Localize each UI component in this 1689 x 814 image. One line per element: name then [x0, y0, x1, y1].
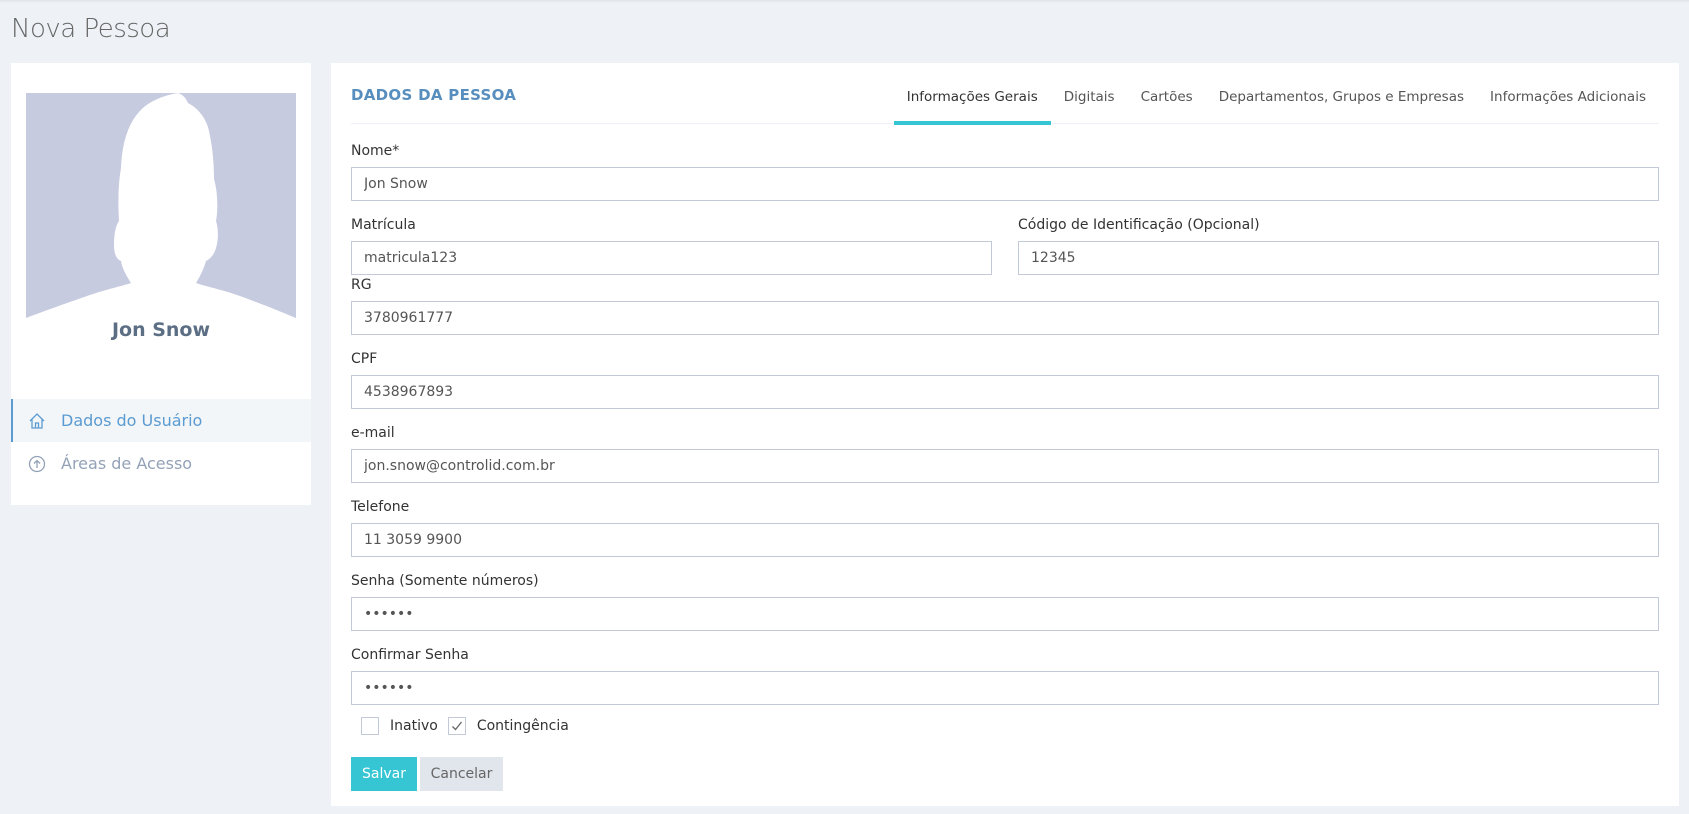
save-button[interactable]: Salvar [351, 757, 417, 791]
main-card: DADOS DA PESSOA Informações Gerais Digit… [331, 63, 1679, 806]
telefone-label: Telefone [351, 499, 410, 515]
codigo-field[interactable] [1018, 241, 1659, 275]
contingencia-checkbox[interactable] [447, 717, 466, 735]
sidebar-item-dados-usuario[interactable]: Dados do Usuário [11, 399, 311, 442]
sidebar-item-label: Dados do Usuário [61, 411, 203, 430]
tab-cartoes[interactable]: Cartões [1128, 63, 1206, 124]
cpf-label: CPF [351, 351, 378, 367]
checkmark-icon [451, 721, 462, 731]
checkbox-group: Inativo Contingência [361, 717, 579, 735]
page-title: Nova Pessoa [11, 14, 171, 44]
cancel-button[interactable]: Cancelar [420, 757, 503, 791]
matricula-label: Matrícula [351, 217, 416, 233]
sidebar-item-areas-acesso[interactable]: Áreas de Acesso [11, 442, 311, 485]
profile-name: Jon Snow [111, 319, 211, 341]
sidebar-item-label: Áreas de Acesso [61, 454, 193, 473]
avatar [26, 93, 296, 318]
nome-field[interactable] [351, 167, 1659, 201]
nome-label: Nome* [351, 143, 400, 159]
tab-digitais[interactable]: Digitais [1051, 63, 1128, 124]
avatar-silhouette-icon [26, 93, 296, 318]
arrow-up-circle-icon [27, 454, 47, 474]
tab-informacoes-gerais[interactable]: Informações Gerais [893, 63, 1051, 125]
confirmar-senha-field[interactable] [351, 671, 1659, 705]
home-icon [27, 411, 47, 431]
profile-sidebar: Jon Snow Dados do Usuário Áreas de Acess… [11, 63, 311, 505]
card-caption: DADOS DA PESSOA [351, 86, 517, 104]
tab-informacoes-adicionais[interactable]: Informações Adicionais [1477, 63, 1659, 124]
codigo-label: Código de Identificação (Opcional) [1018, 217, 1260, 233]
senha-field[interactable] [351, 597, 1659, 631]
topbar-shadow [0, 0, 1689, 3]
confirmar-senha-label: Confirmar Senha [351, 647, 469, 663]
email-label: e-mail [351, 425, 395, 441]
card-header: DADOS DA PESSOA Informações Gerais Digit… [351, 63, 1659, 125]
email-field[interactable] [351, 449, 1659, 483]
matricula-field[interactable] [351, 241, 992, 275]
contingencia-label: Contingência [476, 718, 569, 734]
telefone-field[interactable] [351, 523, 1659, 557]
rg-field[interactable] [351, 301, 1659, 335]
inativo-checkbox[interactable] [361, 717, 379, 735]
tabs: Informações Gerais Digitais Cartões Depa… [893, 63, 1659, 125]
cpf-field[interactable] [351, 375, 1659, 409]
rg-label: RG [351, 277, 372, 293]
senha-label: Senha (Somente números) [351, 573, 539, 589]
side-nav: Dados do Usuário Áreas de Acesso [11, 399, 311, 485]
inativo-label: Inativo [390, 718, 438, 734]
tab-departamentos[interactable]: Departamentos, Grupos e Empresas [1206, 63, 1477, 124]
